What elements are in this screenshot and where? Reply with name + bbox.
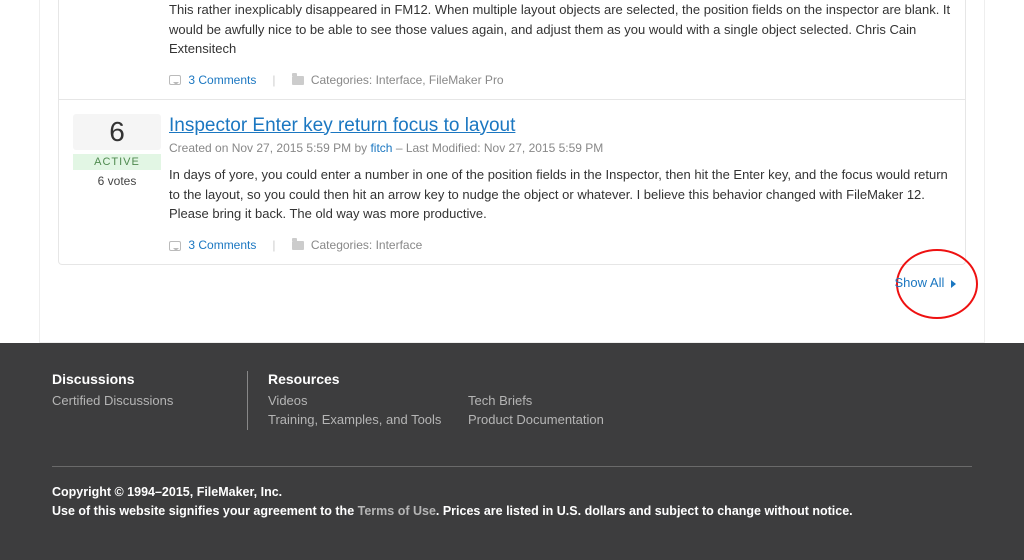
footer-separator: | — [272, 238, 275, 252]
resources-right: . Tech Briefs Product Documentation — [468, 371, 604, 430]
vote-status-badge: ACTIVE — [73, 154, 161, 170]
idea-body: This rather inexplicably disappeared in … — [169, 0, 951, 87]
footer-link-videos[interactable]: Videos — [268, 393, 308, 408]
footer-heading-discussions: Discussions — [52, 371, 217, 387]
footer-link-certified[interactable]: Certified Discussions — [52, 393, 173, 408]
meta-modified: – Last Modified: Nov 27, 2015 5:59 PM — [396, 141, 603, 155]
footer-link-techbriefs[interactable]: Tech Briefs — [468, 393, 532, 408]
copyright-suffix: . Prices are listed in U.S. dollars and … — [436, 504, 853, 518]
terms-of-use-link[interactable]: Terms of Use — [358, 504, 436, 518]
vote-score[interactable]: 6 — [73, 114, 161, 150]
show-all-link[interactable]: Show All — [895, 275, 957, 290]
copyright-line1: Copyright © 1994–2015, FileMaker, Inc. — [52, 483, 972, 502]
copyright: Copyright © 1994–2015, FileMaker, Inc. U… — [52, 483, 972, 521]
idea-footer: 3 Comments | Categories: Interface — [169, 238, 951, 252]
idea-body: Inspector Enter key return focus to layo… — [169, 114, 951, 252]
idea-row: 6 ACTIVE 6 votes Inspector Enter key ret… — [59, 99, 965, 264]
folder-icon — [292, 76, 304, 85]
author-link[interactable]: fitch — [370, 141, 392, 155]
categories-wrap: Categories: Interface, FileMaker Pro — [292, 73, 504, 87]
idea-body-text: This rather inexplicably disappeared in … — [169, 0, 951, 59]
copyright-line2: Use of this website signifies your agree… — [52, 502, 972, 521]
show-all-label: Show All — [895, 275, 945, 290]
comment-icon — [169, 75, 181, 85]
vote-column: 6 ACTIVE 6 votes — [73, 114, 169, 252]
show-all-wrap: Show All — [40, 265, 984, 318]
idea-body-text: In days of yore, you could enter a numbe… — [169, 165, 951, 224]
vote-column — [73, 0, 169, 87]
page: This rather inexplicably disappeared in … — [0, 0, 1024, 560]
categories-value: Interface, FileMaker Pro — [376, 73, 504, 87]
idea-meta: Created on Nov 27, 2015 5:59 PM by fitch… — [169, 141, 951, 155]
categories-value: Interface — [376, 238, 423, 252]
footer-link-productdocs[interactable]: Product Documentation — [468, 412, 604, 427]
comments-wrap: 3 Comments — [169, 73, 256, 87]
footer-col-discussions: Discussions Certified Discussions — [52, 371, 247, 430]
idea-list: This rather inexplicably disappeared in … — [58, 0, 966, 265]
vote-count: 6 votes — [73, 174, 161, 188]
comment-icon — [169, 241, 181, 251]
footer-separator: | — [272, 73, 275, 87]
site-footer: Discussions Certified Discussions Resour… — [0, 343, 1024, 560]
resources-left: Resources Videos Training, Examples, and… — [268, 371, 468, 430]
copyright-prefix: Use of this website signifies your agree… — [52, 504, 358, 518]
caret-right-icon — [951, 280, 956, 288]
categories-wrap: Categories: Interface — [292, 238, 423, 252]
meta-created: Created on Nov 27, 2015 5:59 PM by — [169, 141, 367, 155]
idea-title-link[interactable]: Inspector Enter key return focus to layo… — [169, 114, 951, 138]
footer-heading-resources: Resources — [268, 371, 468, 387]
categories-label: Categories: — [311, 73, 372, 87]
folder-icon — [292, 241, 304, 250]
footer-divider — [52, 466, 972, 467]
footer-link-training[interactable]: Training, Examples, and Tools — [268, 412, 441, 427]
footer-col-resources: Resources Videos Training, Examples, and… — [247, 371, 972, 430]
footer-columns: Discussions Certified Discussions Resour… — [52, 371, 972, 430]
comments-wrap: 3 Comments — [169, 238, 256, 252]
categories-label: Categories: — [311, 238, 372, 252]
comments-link[interactable]: 3 Comments — [188, 73, 256, 87]
idea-footer: 3 Comments | Categories: Interface, File… — [169, 73, 951, 87]
content-panel: This rather inexplicably disappeared in … — [39, 0, 985, 343]
comments-link[interactable]: 3 Comments — [188, 238, 256, 252]
idea-row: This rather inexplicably disappeared in … — [59, 0, 965, 99]
